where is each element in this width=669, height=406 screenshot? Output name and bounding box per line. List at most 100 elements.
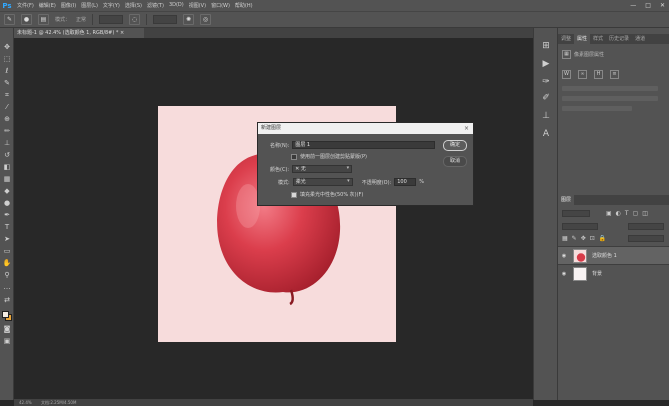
layer-opacity-field[interactable] [628,223,664,230]
layer-filter-select[interactable] [562,210,590,217]
height-icon[interactable]: H [594,70,603,79]
airbrush-icon[interactable]: ✺ [183,14,195,25]
lasso-tool-icon[interactable]: ℓ [2,67,12,76]
layer-row[interactable]: ◉ 背景 [558,264,669,282]
align-icon[interactable]: ≡ [610,70,619,79]
width-icon[interactable]: W [562,70,571,79]
clone-source-icon[interactable]: ⊥ [540,110,552,122]
eyedropper-tool-icon[interactable]: ⁄ [2,103,12,112]
path-select-tool-icon[interactable]: ➤ [2,235,12,244]
canvas-area[interactable] [14,38,533,400]
tab-layers[interactable]: 图层 [558,195,575,205]
menu-edit[interactable]: 编辑(E) [39,2,56,9]
properties-field[interactable] [562,86,658,91]
color-select[interactable]: ✕ 无 [292,165,353,173]
filter-type-icon[interactable]: T [625,210,629,217]
filter-smart-icon[interactable]: ◫ [642,210,648,217]
properties-field[interactable] [562,106,632,111]
healing-brush-tool-icon[interactable]: ⊕ [2,115,12,124]
history-panel-icon[interactable]: ⊞ [540,40,552,52]
tab-styles[interactable]: 样式 [590,34,606,44]
layer-name[interactable]: 背景 [592,270,602,277]
flow-box[interactable] [153,15,178,24]
tab-adjustments[interactable]: 调整 [558,34,574,44]
filter-pixel-icon[interactable]: ▣ [606,210,612,217]
menu-select[interactable]: 选择(S) [125,2,142,9]
brush-preset-icon[interactable]: ● [21,14,32,25]
pressure-size-icon[interactable]: ◎ [200,14,212,25]
maximize-button[interactable]: □ [645,2,651,9]
menu-type[interactable]: 文字(Y) [103,2,120,9]
brush-settings-icon[interactable]: ✑ [540,76,552,88]
filter-adjust-icon[interactable]: ◐ [616,210,621,217]
mode-value[interactable]: 正常 [76,16,86,23]
lock-artboard-icon[interactable]: ⊡ [590,235,595,242]
more-tools-icon[interactable]: … [2,283,12,292]
properties-field[interactable] [562,96,658,101]
menu-help[interactable]: 帮助(H) [235,2,253,9]
menu-view[interactable]: 视图(V) [189,2,206,9]
lock-all-icon[interactable]: 🔒 [599,235,606,242]
crop-tool-icon[interactable]: ⌗ [2,91,12,100]
rectangle-tool-icon[interactable]: ▭ [2,247,12,256]
character-panel-icon[interactable]: A [540,128,552,140]
visibility-eye-icon[interactable]: ◉ [558,271,570,277]
quick-select-tool-icon[interactable]: ✎ [2,79,12,88]
menu-window[interactable]: 窗口(W) [211,2,230,9]
cancel-button[interactable]: 取消 [443,156,467,167]
menu-layer[interactable]: 图层(L) [81,2,98,9]
tab-channels[interactable]: 通道 [632,34,648,44]
visibility-eye-icon[interactable]: ◉ [558,253,570,259]
fill-neutral-checkbox[interactable] [291,191,297,198]
close-window-button[interactable]: ✕ [660,2,665,9]
brush-tool-icon[interactable]: ✏ [2,127,12,136]
layer-row[interactable]: ◉ 选取颜色 1 [558,246,669,264]
lock-pixels-icon[interactable]: ▦ [562,235,568,242]
dialog-title-bar[interactable]: 新建图层 × [258,123,473,134]
zoom-readout[interactable]: 42.4% [19,400,32,405]
menu-image[interactable]: 图像(I) [61,2,76,9]
ok-button[interactable]: 确定 [443,140,467,151]
layer-name-input[interactable]: 图层 1 [292,141,436,149]
brush-panel-icon[interactable]: ▤ [38,14,49,25]
layer-blend-select[interactable] [562,223,598,230]
lock-brush-icon[interactable]: ✎ [572,235,577,242]
link-icon[interactable]: ∞ [578,70,587,79]
dodge-tool-icon[interactable]: ● [2,199,12,208]
brush-presets-icon[interactable]: ✐ [540,92,552,104]
clip-mask-checkbox[interactable] [291,153,297,160]
opacity-box[interactable] [99,15,124,24]
foreground-color-swatch[interactable] [2,311,9,318]
photoshop-logo[interactable]: Ps [0,0,14,11]
screen-mode-icon[interactable]: ▣ [2,337,12,346]
gradient-tool-icon[interactable]: ▦ [2,175,12,184]
menu-filter[interactable]: 滤镜(T) [147,2,164,9]
hand-tool-icon[interactable]: ✋ [2,259,12,268]
minimize-button[interactable]: — [630,2,636,9]
clone-stamp-tool-icon[interactable]: ⊥ [2,139,12,148]
lock-move-icon[interactable]: ✥ [581,235,586,242]
tab-history[interactable]: 历史记录 [606,34,632,44]
document-tab[interactable]: 未标题-1 @ 42.4% (选取颜色 1, RGB/8#) * × [14,28,144,38]
document-tab-close[interactable]: × [120,30,124,36]
swap-colors-icon[interactable]: ⇄ [2,296,12,305]
actions-panel-icon[interactable]: ▶ [540,58,552,70]
zoom-tool-icon[interactable]: ⚲ [2,271,12,280]
filter-shape-icon[interactable]: ▢ [633,210,639,217]
pressure-opacity-icon[interactable]: ◌ [129,14,141,25]
tab-properties[interactable]: 属性 [574,34,591,44]
opacity-input[interactable]: 100 [394,178,417,186]
marquee-tool-icon[interactable]: ⬚ [2,55,12,64]
quick-mask-icon[interactable]: ◙ [2,325,12,334]
eraser-tool-icon[interactable]: ◧ [2,163,12,172]
blur-tool-icon[interactable]: ◆ [2,187,12,196]
layer-name[interactable]: 选取颜色 1 [592,252,617,259]
menu-file[interactable]: 文件(F) [17,2,34,9]
brush-tool-icon[interactable]: ✎ [4,14,15,25]
move-tool-icon[interactable]: ✥ [2,43,12,52]
blend-mode-select[interactable]: 柔光 [292,178,353,186]
type-tool-icon[interactable]: T [2,223,12,232]
dialog-close-icon[interactable]: × [464,123,469,134]
layer-fill-field[interactable] [628,235,664,242]
pen-tool-icon[interactable]: ✒ [2,211,12,220]
